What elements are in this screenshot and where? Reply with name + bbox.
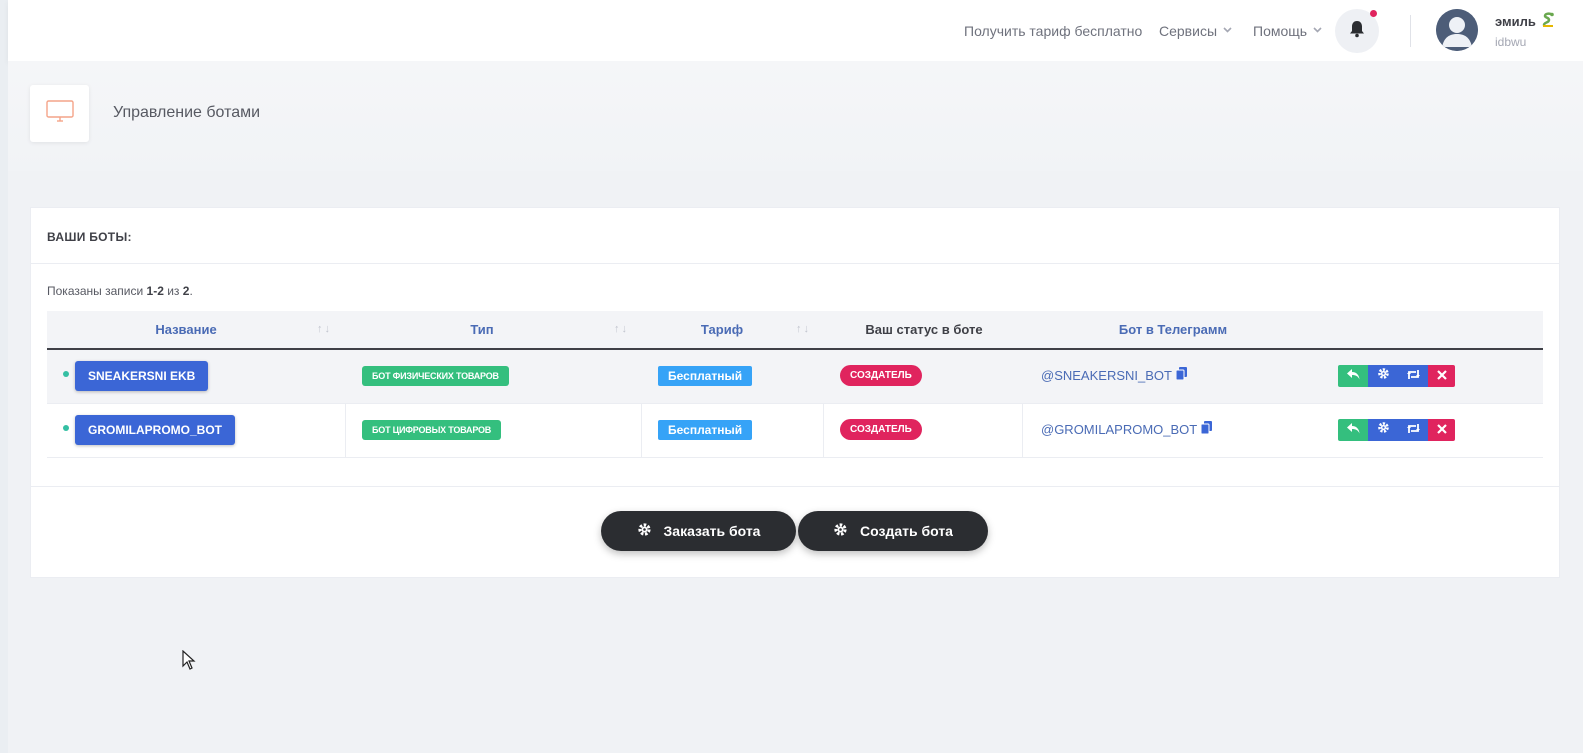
delete-button[interactable]	[1428, 365, 1455, 387]
nav-help-label: Помощь	[1253, 22, 1308, 39]
user-login: idbwu	[1495, 35, 1527, 49]
reply-icon	[1346, 367, 1360, 385]
table-header: Название ↑↓ Тип ↑↓ Тариф ↑↓ Ваш статус в…	[47, 311, 1543, 350]
left-edge-strip	[0, 0, 8, 753]
records-summary: Показаны записи 1-2 из 2.	[47, 284, 193, 298]
bell-icon	[1349, 20, 1365, 43]
chevron-down-icon	[1313, 25, 1322, 36]
sort-icon[interactable]: ↑↓	[614, 311, 629, 348]
summary-suffix: .	[189, 284, 193, 298]
settings-button[interactable]	[1368, 365, 1398, 387]
user-name: эмиль	[1495, 14, 1536, 29]
bots-panel: ВАШИ БОТЫ: Показаны записи 1-2 из 2. Наз…	[30, 207, 1560, 578]
tariff-badge: Бесплатный	[658, 420, 753, 440]
order-bot-label: Заказать бота	[663, 523, 761, 539]
row-actions	[1338, 419, 1455, 441]
reply-icon	[1346, 421, 1360, 439]
retweet-icon	[1406, 367, 1421, 385]
snake-icon	[1541, 12, 1557, 33]
nav-free-tariff[interactable]: Получить тариф бесплатно	[964, 0, 1142, 61]
telegram-link[interactable]: @GROMILAPROMO_BOT	[1041, 421, 1213, 437]
settings-button[interactable]	[1368, 419, 1398, 441]
bot-name-button[interactable]: SNEAKERSNI EKB	[75, 361, 209, 391]
sort-icon[interactable]: ↑↓	[317, 311, 332, 348]
column-divider	[1022, 404, 1023, 457]
create-bot-label: Создать бота	[860, 523, 953, 539]
sort-icon[interactable]: ↑↓	[796, 311, 811, 348]
column-divider	[345, 404, 346, 457]
mouse-cursor-icon	[182, 649, 196, 675]
column-divider	[823, 404, 824, 457]
telegram-username: @GROMILAPROMO_BOT	[1041, 421, 1198, 437]
chevron-down-icon	[1223, 25, 1232, 36]
bot-type-badge: БОТ ФИЗИЧЕСКИХ ТОВАРОВ	[362, 366, 509, 386]
bot-type-badge: БОТ ЦИФРОВЫХ ТОВАРОВ	[362, 420, 502, 440]
active-status-dot	[63, 371, 69, 377]
close-icon	[1436, 421, 1447, 439]
column-divider	[641, 404, 642, 457]
active-status-dot	[63, 425, 69, 431]
gear-icon	[637, 522, 652, 540]
col-header-name[interactable]: Название	[47, 311, 325, 348]
close-icon	[1436, 367, 1447, 385]
panel-header: ВАШИ БОТЫ:	[31, 208, 1559, 264]
reply-button[interactable]	[1338, 365, 1368, 387]
nav-services-label: Сервисы	[1159, 22, 1218, 39]
reply-button[interactable]	[1338, 419, 1368, 441]
gear-icon	[1377, 421, 1390, 439]
col-header-telegram[interactable]: Бот в Телеграмм	[1073, 311, 1273, 348]
topbar-divider	[1410, 15, 1411, 47]
tariff-badge: Бесплатный	[658, 366, 753, 386]
summary-prefix: Показаны записи	[47, 284, 147, 298]
refresh-button[interactable]	[1398, 419, 1428, 441]
table-row: GROMILAPROMO_BOT БОТ ЦИФРОВЫХ ТОВАРОВ Бе…	[47, 404, 1543, 458]
bot-name-button[interactable]: GROMILAPROMO_BOT	[75, 415, 235, 445]
monitor-icon	[45, 99, 75, 128]
bots-table: Название ↑↓ Тип ↑↓ Тариф ↑↓ Ваш статус в…	[47, 311, 1543, 458]
delete-button[interactable]	[1428, 419, 1455, 441]
status-badge: СОЗДАТЕЛЬ	[840, 419, 922, 440]
panel-title: ВАШИ БОТЫ:	[47, 230, 132, 244]
create-bot-button[interactable]: Создать бота	[798, 511, 988, 551]
table-row: SNEAKERSNI EKB БОТ ФИЗИЧЕСКИХ ТОВАРОВ Бе…	[47, 350, 1543, 404]
col-header-tariff[interactable]: Тариф	[642, 311, 802, 348]
page-title: Управление ботами	[113, 104, 261, 121]
nav-free-tariff-label: Получить тариф бесплатно	[964, 22, 1143, 39]
page-icon-box	[30, 85, 89, 142]
telegram-link[interactable]: @SNEAKERSNI_BOT	[1041, 367, 1187, 383]
nav-services[interactable]: Сервисы	[1159, 0, 1232, 61]
telegram-username: @SNEAKERSNI_BOT	[1041, 367, 1172, 383]
row-actions	[1338, 365, 1455, 387]
order-bot-button[interactable]: Заказать бота	[601, 511, 796, 551]
copy-icon[interactable]	[1200, 421, 1213, 437]
col-header-status: Ваш статус в боте	[865, 322, 983, 337]
refresh-button[interactable]	[1398, 365, 1428, 387]
col-header-type[interactable]: Тип	[347, 311, 617, 348]
summary-range: 1-2	[146, 284, 164, 298]
retweet-icon	[1406, 421, 1421, 439]
gear-icon	[1377, 367, 1390, 385]
summary-mid: из	[163, 284, 183, 298]
gear-icon	[833, 522, 848, 540]
nav-help[interactable]: Помощь	[1253, 0, 1322, 61]
status-badge: СОЗДАТЕЛЬ	[840, 365, 922, 386]
panel-footer-divider	[31, 486, 1559, 487]
notification-dot	[1370, 10, 1377, 17]
avatar[interactable]	[1436, 9, 1478, 51]
copy-icon[interactable]	[1175, 367, 1187, 383]
